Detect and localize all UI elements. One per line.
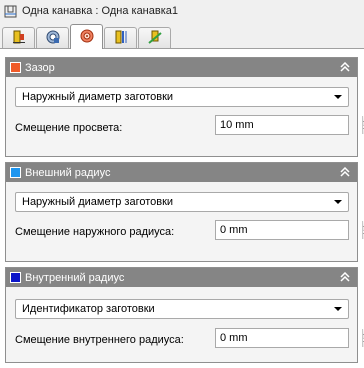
tab-strip [2,23,172,49]
outer-radius-reference-dropdown[interactable]: Наружный диаметр заготовки [15,192,349,212]
section-header: Зазор [6,58,357,77]
outer-radius-color-swatch [10,167,21,178]
inner-radius-reference-dropdown[interactable]: Идентификатор заготовки [15,299,349,319]
clearance-offset-input[interactable] [216,116,362,134]
outer-radius-offset-stepper[interactable] [215,220,364,240]
inner-radius-offset-input[interactable] [216,329,362,347]
dropdown-value: Наружный диаметр заготовки [22,91,174,103]
dropdown-value: Идентификатор заготовки [22,303,155,315]
clearance-offset-stepper[interactable] [215,115,364,135]
chevron-double-up-icon[interactable] [338,60,352,74]
tool-placement-icon [11,29,27,48]
clearance-settings-icon [79,28,95,47]
tab-approach-settings[interactable] [138,27,171,49]
tab-feed-settings[interactable] [104,27,137,49]
section-clearance: Зазор Наружный диаметр заготовки Смещени… [5,57,364,157]
inner-radius-offset-label: Смещение внутреннего радиуса: [15,334,184,346]
feed-settings-icon [113,29,129,48]
chevron-double-up-icon[interactable] [338,165,352,179]
clearance-color-swatch [10,62,21,73]
section-header: Внешний радиус [6,163,357,182]
tab-toolpath-geometry[interactable] [36,27,69,49]
inner-radius-color-swatch [10,272,21,283]
section-header: Внутренний радиус [6,268,357,287]
section-title: Внутренний радиус [25,271,125,284]
tab-content: Зазор Наружный диаметр заготовки Смещени… [0,49,364,368]
inner-radius-offset-stepper[interactable] [215,328,364,348]
section-inner-radius: Внутренний радиус Идентификатор заготовк… [5,267,364,363]
chevron-down-icon [334,200,342,204]
tab-clearance-settings[interactable] [70,24,103,49]
section-title: Зазор [25,61,55,74]
toolpath-geometry-icon [45,29,61,48]
section-title: Внешний радиус [25,166,111,179]
outer-radius-offset-label: Смещение наружного радиуса: [15,226,175,238]
clearance-offset-label: Смещение просвета: [15,122,123,134]
chevron-double-up-icon[interactable] [338,270,352,284]
dropdown-value: Наружный диаметр заготовки [22,196,174,208]
chevron-down-icon [334,307,342,311]
dialog-root: Одна канавка : Одна канавка1 Зазор Наруж… [0,0,364,368]
approach-settings-icon [147,29,163,48]
window-title: Одна канавка : Одна канавка1 [22,5,179,17]
title-bar: Одна канавка : Одна канавка1 [0,0,364,22]
section-outer-radius: Внешний радиус Наружный диаметр заготовк… [5,162,364,262]
groove-feature-icon [4,5,17,18]
chevron-down-icon [334,95,342,99]
clearance-reference-dropdown[interactable]: Наружный диаметр заготовки [15,87,349,107]
outer-radius-offset-input[interactable] [216,221,362,239]
tab-tool-placement[interactable] [2,27,35,49]
